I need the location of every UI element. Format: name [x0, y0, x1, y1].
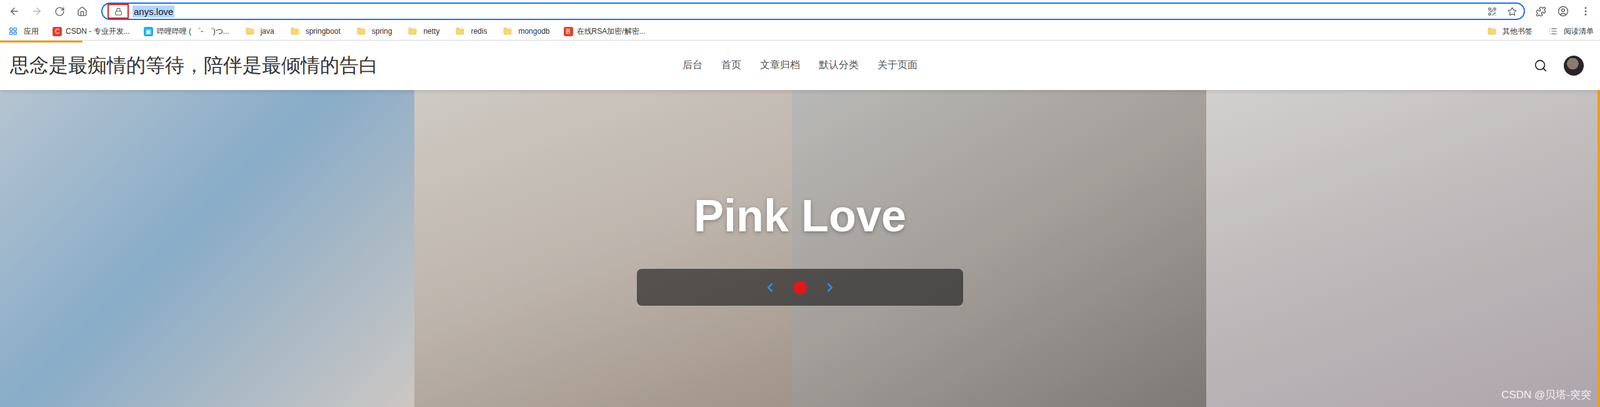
- bookmark[interactable]: mongodb: [500, 24, 550, 39]
- browser-toolbar: anys.love: [0, 0, 1600, 23]
- csdn-icon: C: [52, 26, 62, 37]
- bookmark[interactable]: 阅读清单: [1546, 24, 1594, 39]
- folder-icon: [288, 24, 302, 39]
- bookmark[interactable]: redis: [453, 24, 487, 39]
- profile-icon[interactable]: [1556, 4, 1570, 19]
- avatar[interactable]: [1563, 55, 1584, 76]
- folder-icon: [1485, 24, 1499, 39]
- bookmark[interactable]: ▣哔哩哔哩 ( ゜- ゜)つ...: [143, 26, 230, 37]
- bookmark[interactable]: java: [243, 24, 275, 39]
- bookmark[interactable]: springboot: [288, 24, 341, 39]
- scroll-indicator: [1597, 90, 1600, 407]
- reading-progress: [0, 40, 83, 43]
- address-bar[interactable]: anys.love: [101, 2, 1525, 20]
- menu-icon[interactable]: [1578, 4, 1593, 19]
- site-header: 思念是最痴情的等待，陪伴是最倾情的告白后台 首页 文章归档 默认分类 关于页面: [0, 40, 1600, 90]
- bookmarks-bar: 应用CCSDN - 专业开发...▣哔哩哔哩 ( ゜- ゜)つ...javasp…: [0, 22, 1600, 41]
- site-title[interactable]: 思念是最痴情的等待，陪伴是最倾情的告白: [10, 52, 683, 79]
- bookmark[interactable]: 其他书签: [1485, 24, 1533, 39]
- watermark: CSDN @贝塔-突突: [1501, 387, 1592, 402]
- carousel-control: [636, 268, 964, 306]
- hero-banner: Pink Love CSDN @贝塔-突突: [0, 90, 1600, 407]
- bookmark[interactable]: netty: [405, 24, 440, 39]
- bookmark[interactable]: 应用: [6, 24, 39, 39]
- site-nav: 后台 首页 文章归档 默认分类 关于页面: [682, 58, 918, 72]
- folder-icon: [405, 24, 420, 39]
- chevron-right-icon[interactable]: [823, 280, 837, 295]
- browser-window: anys.love 应用 CCSDN - 专业开发... ▣哔哩哔哩 ( ゜- ゜)つ…: [0, 0, 1600, 407]
- home-icon[interactable]: [75, 4, 89, 19]
- reload-icon[interactable]: [52, 4, 67, 19]
- nav-item[interactable]: 文章归档: [760, 58, 800, 72]
- apps-icon: [6, 24, 20, 39]
- star-icon[interactable]: [1505, 4, 1519, 19]
- back-icon[interactable]: [7, 4, 22, 19]
- hero-title: Pink Love: [693, 190, 907, 242]
- search-icon[interactable]: [1533, 58, 1548, 73]
- address-text[interactable]: anys.love: [132, 5, 175, 18]
- nav-item[interactable]: 关于页面: [877, 58, 918, 72]
- bookmark[interactable]: spring: [354, 24, 393, 39]
- nav-item[interactable]: 后台: [682, 58, 703, 72]
- carousel-dot[interactable]: [793, 280, 807, 295]
- bookmark[interactable]: B在线RSA加密/解密...: [563, 26, 646, 37]
- bilibili-icon: ▣: [143, 26, 154, 37]
- folder-icon: [243, 24, 257, 39]
- nav-item[interactable]: 首页: [721, 58, 742, 72]
- chevron-left-icon[interactable]: [763, 280, 777, 295]
- extensions-icon[interactable]: [1533, 4, 1548, 19]
- nav-item[interactable]: 默认分类: [818, 58, 859, 72]
- lock-icon[interactable]: [107, 3, 129, 19]
- folder-icon: [354, 24, 369, 39]
- folder-icon: [500, 24, 515, 39]
- reading-list-icon: [1546, 24, 1560, 39]
- folder-icon: [453, 24, 467, 39]
- qr-code-icon[interactable]: [1485, 4, 1499, 19]
- rsa-icon: B: [563, 26, 574, 37]
- bookmark[interactable]: CCSDN - 专业开发...: [52, 26, 130, 37]
- forward-icon[interactable]: [30, 4, 44, 19]
